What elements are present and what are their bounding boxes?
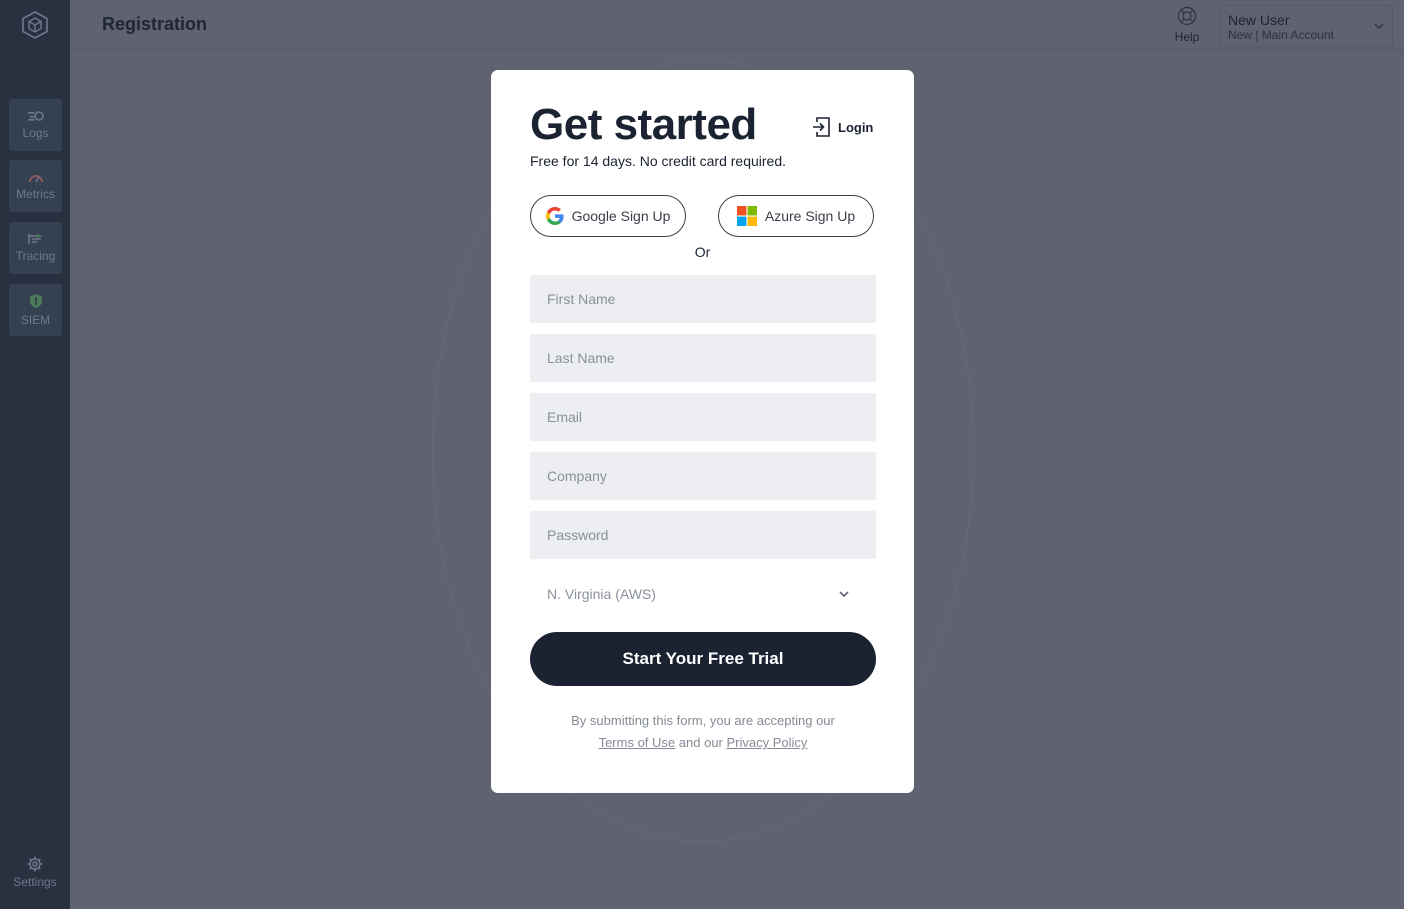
email-field[interactable] [530,393,876,441]
page-title: Registration [102,14,208,34]
legal-and-text: and our [678,735,723,750]
modal-title: Get started [530,100,757,149]
password-field[interactable] [530,511,876,559]
microsoft-icon [736,206,757,226]
login-icon [813,117,830,137]
sidebar-item-label: Metrics [16,187,55,201]
sidebar-item-tracing[interactable]: Tracing [9,222,62,274]
help-label: Help [1174,30,1200,44]
tracing-icon [27,234,43,244]
legal-notice: By submitting this form, you are accepti… [530,710,876,754]
start-free-trial-button[interactable]: Start Your Free Trial [530,632,876,686]
sidebar-item-siem[interactable]: SIEM [9,284,62,336]
region-select[interactable]: N. Virginia (AWS) [530,570,876,618]
registration-modal: Get started Login Free for 14 days. No c… [491,70,914,793]
sidebar: Logs Metrics Tracing SIEM Settings [0,0,70,909]
google-signup-button[interactable]: Google Sign Up [530,195,686,237]
settings-label: Settings [13,875,57,889]
modal-subtitle: Free for 14 days. No credit card require… [530,153,787,169]
gear-icon [27,856,43,872]
account-name: New User [1228,12,1290,28]
sidebar-item-label: Logs [22,126,49,140]
google-icon [545,207,564,225]
sidebar-item-metrics[interactable]: Metrics [9,160,62,212]
help-button[interactable]: Help [1173,6,1201,44]
region-value: N. Virginia (AWS) [547,586,656,602]
first-name-field[interactable] [530,275,876,323]
account-subtitle: New | Main Account [1228,28,1334,42]
login-link[interactable]: Login [812,116,873,138]
or-divider: Or [694,244,711,260]
shield-icon [29,294,42,308]
cube-logo-icon[interactable] [20,10,50,40]
chevron-down-icon [839,591,849,598]
account-switcher[interactable]: New User New | Main Account [1219,5,1393,47]
gauge-icon [28,175,43,183]
lifebuoy-icon [1177,6,1197,26]
legal-text: By submitting this form, you are accepti… [571,713,835,728]
sidebar-item-label: SIEM [20,313,51,327]
terms-of-use-link[interactable]: Terms of Use [599,735,676,750]
sidebar-item-label: Tracing [15,249,56,263]
azure-signup-label: Azure Sign Up [764,208,856,224]
company-field[interactable] [530,452,876,500]
google-signup-label: Google Sign Up [571,208,671,224]
last-name-field[interactable] [530,334,876,382]
login-label: Login [838,119,874,135]
top-header: Registration Help New User New | Main Ac… [70,0,1404,50]
sidebar-item-settings[interactable]: Settings [0,856,70,889]
privacy-policy-link[interactable]: Privacy Policy [727,735,808,750]
logs-icon [27,111,44,121]
chevron-down-icon [1374,23,1384,29]
sidebar-item-logs[interactable]: Logs [9,99,62,151]
azure-signup-button[interactable]: Azure Sign Up [718,195,874,237]
